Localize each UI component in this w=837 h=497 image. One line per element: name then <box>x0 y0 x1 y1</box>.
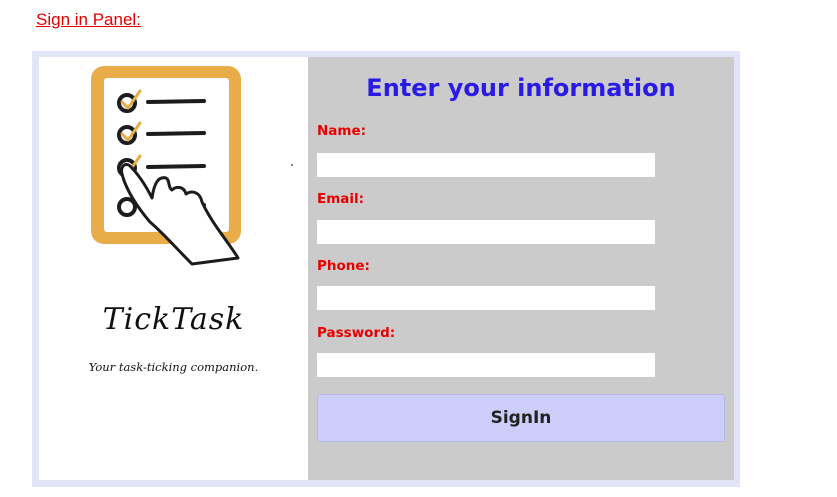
checklist-with-pointing-hand-icon <box>91 66 241 266</box>
brand-name: TickTask <box>102 302 245 337</box>
page-caption: Sign in Panel: <box>36 10 141 29</box>
name-field[interactable] <box>317 153 655 177</box>
brand-tagline: Your task-ticking companion. <box>88 360 259 374</box>
phone-label: Phone: <box>317 258 370 274</box>
email-field[interactable] <box>317 220 655 244</box>
signin-button[interactable]: SignIn <box>317 394 725 442</box>
stray-dot <box>291 164 293 166</box>
form-title: Enter your information <box>366 74 676 102</box>
phone-field[interactable] <box>317 286 655 310</box>
password-field[interactable] <box>317 353 655 377</box>
email-label: Email: <box>317 191 365 207</box>
password-label: Password: <box>317 325 396 341</box>
name-label: Name: <box>317 123 367 139</box>
